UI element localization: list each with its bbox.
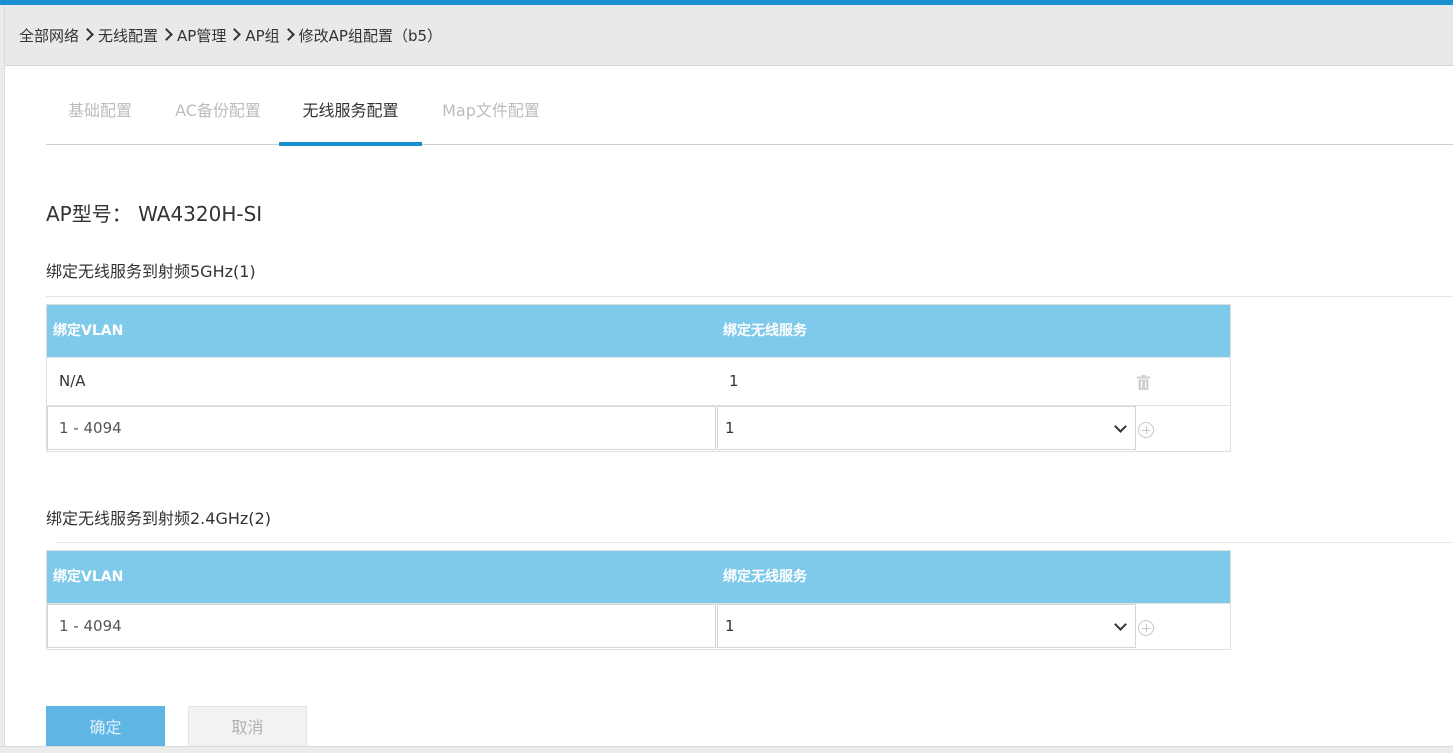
table-row: N/A 1 bbox=[47, 357, 1230, 405]
radio2-title: 绑定无线服务到射频2.4GHz(2) bbox=[46, 509, 271, 528]
breadcrumb: 全部网络 无线配置 AP管理 AP组 修改AP组配置（b5） bbox=[5, 5, 1453, 66]
radio1-title: 绑定无线服务到射频5GHz(1) bbox=[46, 262, 256, 281]
chevron-right-icon bbox=[281, 27, 295, 41]
cancel-button[interactable]: 取消 bbox=[188, 706, 307, 748]
tab-bar: 基础配置 AC备份配置 无线服务配置 Map文件配置 bbox=[46, 88, 1453, 146]
breadcrumb-wireless-config[interactable]: 无线配置 bbox=[98, 25, 158, 46]
radio2-table: 绑定VLAN 绑定无线服务 1 - 4094 1 bbox=[46, 550, 1231, 650]
vlan-input[interactable]: 1 - 4094 bbox=[47, 604, 716, 648]
bottom-edge bbox=[0, 746, 1453, 753]
divider bbox=[46, 296, 1453, 297]
breadcrumb-ap-group[interactable]: AP组 bbox=[245, 25, 279, 46]
chevron-down-icon bbox=[1114, 420, 1127, 433]
service-select-value: 1 bbox=[725, 617, 735, 635]
table-header: 绑定VLAN 绑定无线服务 bbox=[47, 551, 1230, 603]
row-service-value: 1 bbox=[729, 372, 739, 390]
chevron-down-icon bbox=[1114, 618, 1127, 631]
add-binding-row: 1 - 4094 1 bbox=[47, 405, 1230, 451]
col-service-header: 绑定无线服务 bbox=[723, 323, 807, 339]
tab-ac-backup[interactable]: AC备份配置 bbox=[160, 88, 276, 145]
col-vlan-header: 绑定VLAN bbox=[53, 569, 124, 585]
col-vlan-header: 绑定VLAN bbox=[53, 323, 124, 339]
row-vlan-value: N/A bbox=[59, 372, 86, 390]
trash-icon[interactable] bbox=[1137, 375, 1150, 390]
tab-wireless-service[interactable]: 无线服务配置 bbox=[279, 88, 422, 146]
table-header: 绑定VLAN 绑定无线服务 bbox=[47, 305, 1230, 357]
chevron-right-icon bbox=[228, 27, 242, 41]
chevron-right-icon bbox=[160, 27, 173, 41]
breadcrumb-ap-management[interactable]: AP管理 bbox=[177, 25, 226, 46]
service-select-value: 1 bbox=[725, 419, 735, 437]
left-edge bbox=[0, 5, 5, 753]
add-circle-icon[interactable] bbox=[1138, 422, 1154, 438]
service-select[interactable]: 1 bbox=[717, 406, 1136, 450]
confirm-button[interactable]: 确定 bbox=[46, 706, 165, 748]
add-binding-row: 1 - 4094 1 bbox=[47, 603, 1230, 649]
col-service-header: 绑定无线服务 bbox=[723, 569, 807, 585]
add-circle-icon[interactable] bbox=[1138, 620, 1154, 636]
divider bbox=[56, 542, 1453, 543]
ap-model-label: AP型号： WA4320H-SI bbox=[46, 202, 263, 226]
tab-basic-config[interactable]: 基础配置 bbox=[46, 88, 154, 145]
vlan-input[interactable]: 1 - 4094 bbox=[47, 406, 716, 450]
service-select[interactable]: 1 bbox=[717, 604, 1136, 648]
radio1-table: 绑定VLAN 绑定无线服务 N/A 1 1 - 4094 1 bbox=[46, 304, 1231, 452]
tab-map-file[interactable]: Map文件配置 bbox=[428, 88, 554, 145]
chevron-right-icon bbox=[81, 27, 94, 41]
breadcrumb-current-page: 修改AP组配置（b5） bbox=[298, 26, 443, 45]
breadcrumb-all-network[interactable]: 全部网络 bbox=[19, 25, 79, 46]
